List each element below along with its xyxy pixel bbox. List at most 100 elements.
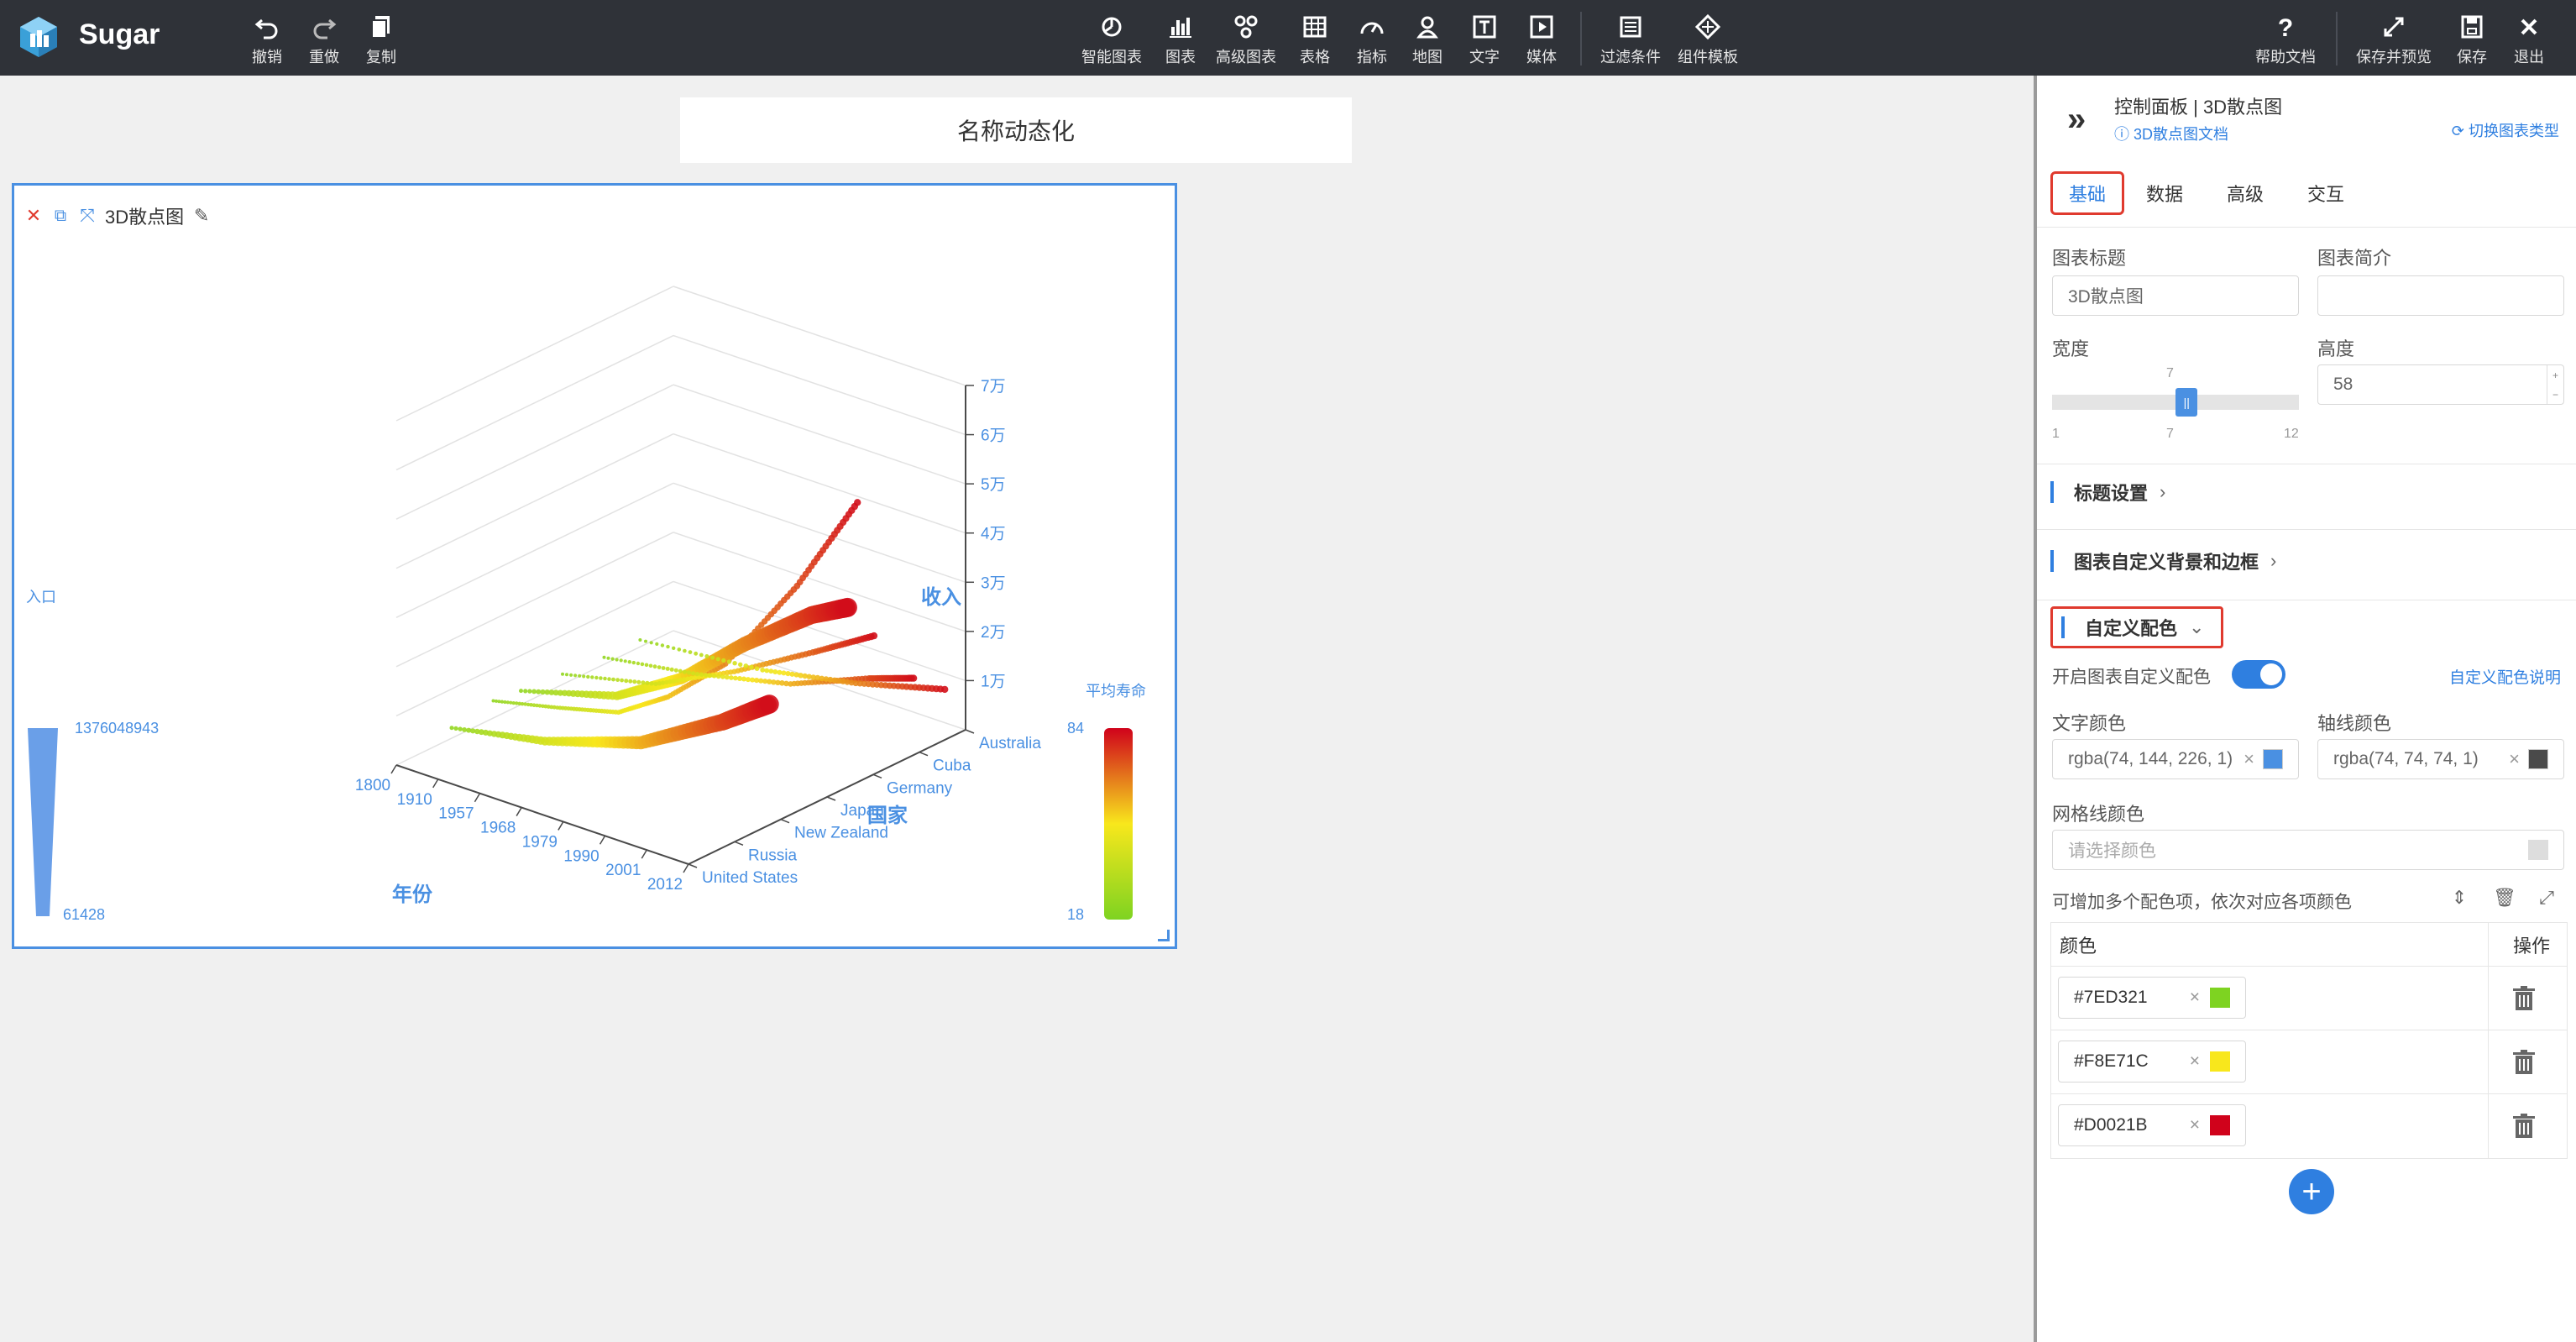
save-button[interactable]: 保存 xyxy=(2457,12,2487,67)
filter-button[interactable]: 过滤条件 xyxy=(1600,12,1661,67)
exit-button[interactable]: 退出 xyxy=(2514,12,2544,67)
grid-color-swatch[interactable] xyxy=(2528,840,2548,860)
trash-icon[interactable]: 🗑 xyxy=(2493,887,2516,909)
table-row: #7ED321 × xyxy=(2051,967,2567,1030)
chart-title-input[interactable]: 3D散点图 xyxy=(2052,275,2299,316)
clear-icon[interactable]: × xyxy=(2244,748,2254,770)
bg-border-section[interactable]: 图表自定义背景和边框 › xyxy=(2050,548,2276,574)
enable-custom-colors-label: 开启图表自定义配色 xyxy=(2052,668,2211,687)
fullscreen-icon[interactable]: ⤧ xyxy=(78,207,97,225)
delete-icon[interactable]: ✕ xyxy=(24,207,43,225)
indicator-button[interactable]: 指标 xyxy=(1357,12,1387,67)
add-color-button[interactable]: + xyxy=(2289,1169,2334,1214)
color-swatch[interactable] xyxy=(2210,1051,2230,1072)
tab-advanced[interactable]: 高级 xyxy=(2205,171,2285,215)
scatter-point xyxy=(657,665,662,669)
clear-icon[interactable]: × xyxy=(2190,1115,2200,1135)
clear-icon[interactable]: × xyxy=(2190,1051,2200,1072)
enable-custom-colors-toggle[interactable] xyxy=(2232,660,2285,689)
scatter-point xyxy=(449,726,454,731)
scatter-point xyxy=(527,689,532,694)
media-button[interactable]: 媒体 xyxy=(1526,12,1557,67)
copy-button[interactable]: 复制 xyxy=(366,12,396,67)
width-slider-thumb[interactable]: || xyxy=(2175,388,2198,417)
delete-row-trash-icon[interactable] xyxy=(2511,1113,2537,1140)
undo-button[interactable]: 撤销 xyxy=(252,12,282,67)
help-button[interactable]: ? 帮助文档 xyxy=(2255,12,2316,67)
x-tick xyxy=(516,807,522,816)
chart-doc-link[interactable]: ⓘ 3D散点图文档 xyxy=(2114,123,2228,144)
custom-colors-help-link[interactable]: 自定义配色说明 xyxy=(2449,665,2561,688)
width-label: 宽度 xyxy=(2052,338,2090,359)
scatter-point xyxy=(941,685,949,694)
delete-row-trash-icon[interactable] xyxy=(2511,1049,2537,1076)
scatter-point xyxy=(772,669,778,674)
switch-chart-type-link[interactable]: ⟳ 切换图表类型 xyxy=(2452,119,2559,141)
clear-icon[interactable]: × xyxy=(2509,748,2520,770)
advanced-chart-button[interactable]: 高级图表 xyxy=(1216,12,1276,67)
sort-icon[interactable]: ⇕ xyxy=(2448,887,2470,909)
collapse-panel-icon[interactable]: » xyxy=(2067,101,2086,139)
color-value-input[interactable]: #F8E71C × xyxy=(2058,1041,2246,1083)
scatter-point xyxy=(602,655,606,659)
scatter-point xyxy=(627,660,631,664)
y-tick xyxy=(688,863,698,868)
scatter-point xyxy=(586,674,590,679)
table-button[interactable]: 表格 xyxy=(1300,12,1330,67)
axis-color-input[interactable]: rgba(74, 74, 74, 1) × xyxy=(2317,739,2564,779)
tab-basic[interactable]: 基础 xyxy=(2050,171,2124,215)
custom-colors-section[interactable]: 自定义配色 ⌄ xyxy=(2050,606,2224,648)
grid-line xyxy=(673,334,966,436)
x-tick xyxy=(432,778,439,789)
chart-button[interactable]: 图表 xyxy=(1165,12,1196,67)
color-swatch[interactable] xyxy=(2210,1115,2230,1135)
duplicate-icon[interactable]: ⧉ xyxy=(51,207,70,225)
help-circle-icon: ⓘ xyxy=(2114,126,2129,143)
scatter-point xyxy=(726,659,732,664)
text-color-input[interactable]: rgba(74, 144, 226, 1) × xyxy=(2052,739,2299,779)
scatter-point xyxy=(531,689,537,695)
tab-interaction[interactable]: 交互 xyxy=(2285,171,2366,215)
scatter-point xyxy=(661,666,666,670)
top-toolbar: Sugar 撤销 重做 复制 智能图表 图表 高级图表 表格 指标 地图 文字 xyxy=(0,0,2576,76)
height-stepper[interactable]: + − xyxy=(2547,365,2563,404)
color-value-input[interactable]: #7ED321 × xyxy=(2058,977,2246,1019)
text-color-swatch[interactable] xyxy=(2263,749,2283,769)
clear-icon[interactable]: × xyxy=(2190,988,2200,1008)
smart-chart-button[interactable]: 智能图表 xyxy=(1081,12,1142,67)
redo-button[interactable]: 重做 xyxy=(309,12,339,67)
save-icon xyxy=(2457,12,2487,42)
chart-card[interactable]: 1800 1910 1957 1968 1979 1990 2001 2012 United S… xyxy=(12,183,1177,949)
copy-icon xyxy=(366,12,396,42)
scatter-point xyxy=(644,663,649,668)
x-tick-label: 2012 xyxy=(647,876,683,894)
save-preview-button[interactable]: 保存并预览 xyxy=(2356,12,2432,67)
scatter-point xyxy=(610,657,615,661)
scatter-point xyxy=(615,678,620,682)
template-button[interactable]: 组件模板 xyxy=(1678,12,1738,67)
color-value-input[interactable]: #D0021B × xyxy=(2058,1104,2246,1146)
text-button[interactable]: 文字 xyxy=(1469,12,1500,67)
chart-desc-input[interactable] xyxy=(2317,275,2564,316)
component-template-icon xyxy=(1693,12,1723,42)
axis-color-swatch[interactable] xyxy=(2528,749,2548,769)
control-panel: » 控制面板 | 3D散点图 ⓘ 3D散点图文档 ⟳ 切换图表类型 基础 数据 … xyxy=(2034,76,2576,1342)
title-settings-section[interactable]: 标题设置 › xyxy=(2050,479,2165,506)
scatter-point xyxy=(491,699,495,703)
map-button[interactable]: 地图 xyxy=(1412,12,1442,67)
color-swatch[interactable] xyxy=(2210,988,2230,1008)
scatter-point xyxy=(641,680,646,685)
resize-handle[interactable] xyxy=(1158,930,1170,941)
grid-line xyxy=(395,334,674,471)
page-title-widget[interactable]: 名称动态化 xyxy=(680,97,1352,163)
expand-icon[interactable]: ⤢ xyxy=(2536,887,2558,909)
delete-row-trash-icon[interactable] xyxy=(2511,985,2537,1012)
x-tick xyxy=(641,849,647,859)
edit-pencil-icon[interactable]: ✎ xyxy=(192,207,211,225)
height-input[interactable]: 58 + − xyxy=(2317,364,2564,405)
grid-color-input[interactable]: 请选择颜色 xyxy=(2052,830,2564,870)
tab-data[interactable]: 数据 xyxy=(2124,171,2205,215)
z-tick-label: 7万 xyxy=(981,378,1006,396)
scatter-point xyxy=(523,689,528,694)
toolbar-divider xyxy=(1580,12,1582,66)
